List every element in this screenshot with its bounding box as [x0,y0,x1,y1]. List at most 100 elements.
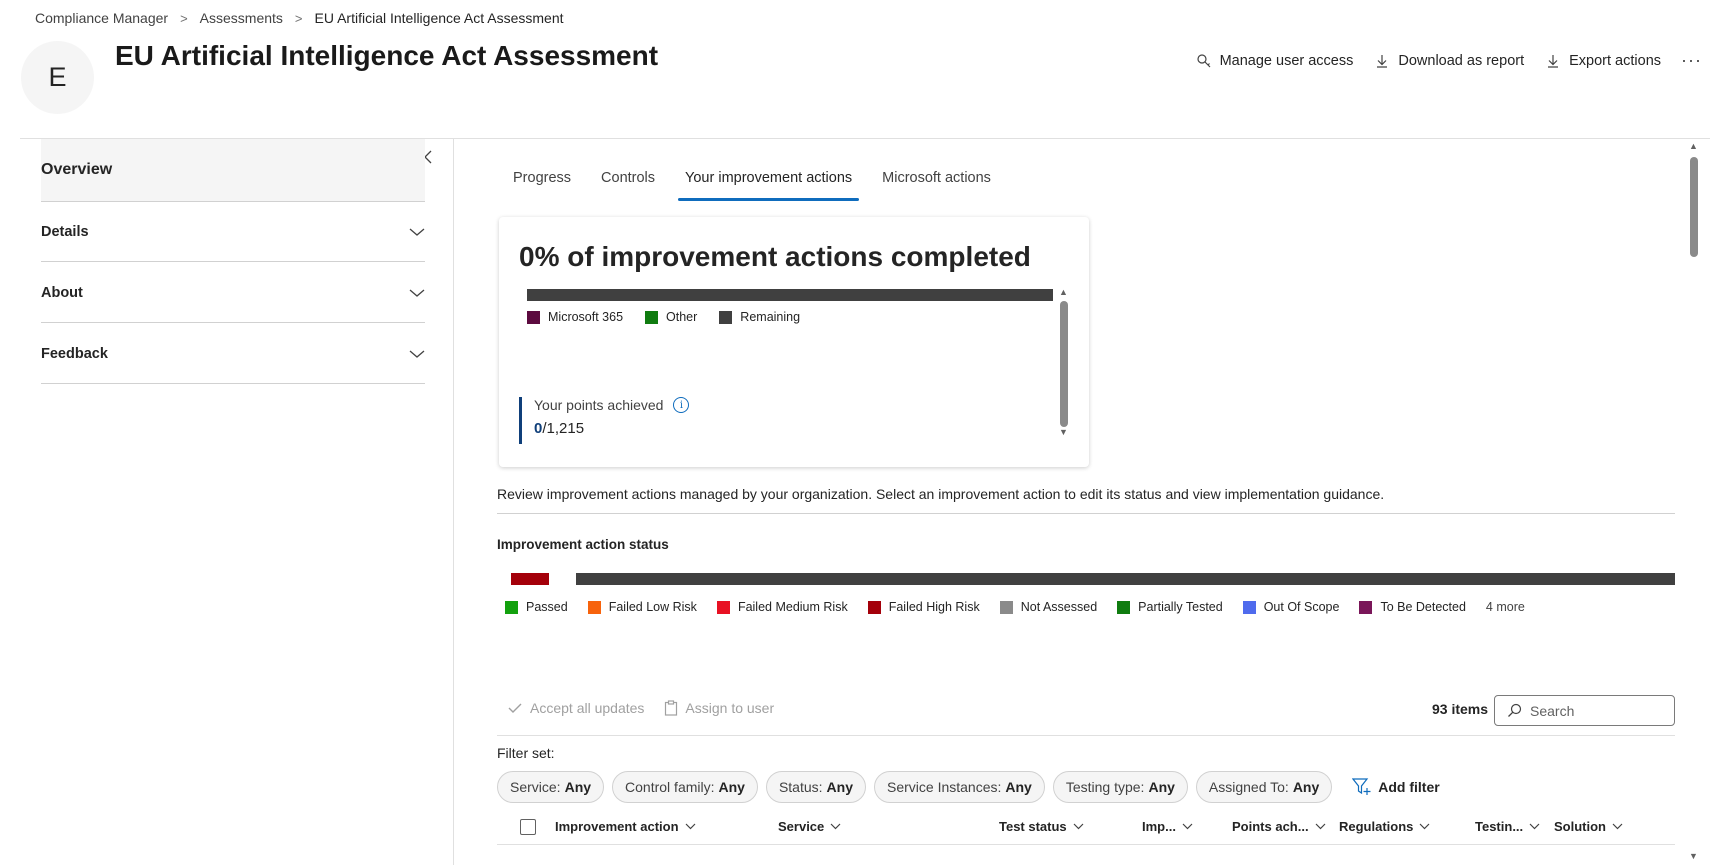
legend-more-link[interactable]: 4 more [1486,600,1525,614]
breadcrumb-separator: > [294,10,303,26]
sidebar-item-overview[interactable]: Overview [41,139,425,202]
download-icon [1373,52,1391,70]
filter-name: Control family: [625,779,715,795]
accept-all-updates-label: Accept all updates [530,700,645,716]
breadcrumb-item-assessments[interactable]: Assessments [200,10,283,26]
card-scrollbar[interactable]: ▲ ▼ [1059,287,1069,437]
legend-swatch [1359,600,1373,614]
assign-to-user-button[interactable]: Assign to user [664,700,774,716]
legend-swatch [999,600,1013,614]
tab-microsoft-actions[interactable]: Microsoft actions [867,139,1006,201]
legend-item-remaining: Remaining [719,310,800,324]
points-total-value: /1,215 [542,420,585,437]
filter-pill-service-instances[interactable]: Service Instances: Any [874,771,1045,803]
section-description: Review improvement actions managed by yo… [497,486,1385,502]
export-actions-button[interactable]: Export actions [1544,52,1661,70]
search-icon [1508,703,1522,717]
legend-item-not-assessed: Not Assessed [999,600,1098,614]
assign-to-user-label: Assign to user [685,700,775,716]
search-input[interactable]: Search [1494,695,1675,726]
chevron-down-icon [409,350,425,358]
left-panel: Overview Details About Feedback [20,139,454,865]
column-header-label: Service [778,819,825,834]
clipboard-icon [665,700,678,716]
scrollbar-thumb[interactable] [1690,157,1698,257]
legend-swatch [1242,600,1256,614]
filter-pill-testing-type[interactable]: Testing type: Any [1052,771,1188,803]
legend-label: Failed High Risk [888,600,980,614]
filter-pill-control-family[interactable]: Control family: Any [612,771,758,803]
points-label-row: Your points achieved i [534,397,690,413]
select-all-checkbox[interactable] [520,819,536,835]
legend-label: Partially Tested [1138,600,1223,614]
main-scrollbar[interactable]: ▲ ▼ [1687,139,1701,865]
column-header-solution[interactable]: Solution [1554,819,1623,834]
table-header-row: Improvement action Service Test status I… [497,809,1675,845]
card-title: 0% of improvement actions completed [519,241,1031,272]
filter-pills: Service: Any Control family: Any Status: An… [497,771,1440,803]
more-options-icon[interactable]: ··· [1681,50,1702,71]
info-icon[interactable]: i [673,397,690,413]
filter-pill-service[interactable]: Service: Any [497,771,605,803]
sidebar-item-details[interactable]: Details [41,202,425,262]
filter-value: Any [826,779,853,795]
points-value: 0/1,215 [534,420,689,437]
card-legend: Microsoft 365 Other Remaining [527,310,800,324]
filter-pill-assigned-to[interactable]: Assigned To: Any [1195,771,1333,803]
legend-item-to-be-detected: To Be Detected [1359,600,1466,614]
header-actions: Manage user access Download as report Ex… [1195,50,1702,71]
scroll-up-arrow-icon[interactable]: ▲ [1689,141,1698,151]
divider [497,735,1675,736]
download-report-label: Download as report [1398,52,1525,69]
add-filter-label: Add filter [1378,779,1440,795]
legend-swatch [505,600,518,614]
scroll-down-arrow-icon[interactable]: ▼ [1059,427,1068,437]
legend-label: Passed [526,600,568,614]
column-header-label: Solution [1554,819,1606,834]
legend-item-passed: Passed [505,600,568,614]
filter-name: Service Instances: [887,779,1002,795]
accept-all-updates-button[interactable]: Accept all updates [507,700,644,716]
legend-swatch [1117,600,1131,614]
filter-name: Testing type: [1065,779,1145,795]
column-header-improvement-action[interactable]: Improvement action [555,819,696,834]
scroll-down-arrow-icon[interactable]: ▼ [1689,851,1698,861]
manage-user-access-button[interactable]: Manage user access [1195,52,1354,70]
tab-controls[interactable]: Controls [586,139,670,201]
legend-item-other: Other [645,310,697,324]
points-label: Your points achieved [534,397,664,413]
legend-item-partially-tested: Partially Tested [1117,600,1223,614]
check-icon [508,703,522,713]
scroll-up-arrow-icon[interactable]: ▲ [1059,287,1068,297]
completion-progress-bar [527,289,1053,301]
improvement-summary-card: 0% of improvement actions completed Micr… [499,217,1089,467]
export-icon [1544,52,1562,70]
column-header-testing[interactable]: Testin... [1475,819,1540,834]
divider [497,513,1675,514]
breadcrumb-item-compliance-manager[interactable]: Compliance Manager [35,10,168,26]
sidebar-item-label: About [41,284,83,301]
column-header-service[interactable]: Service [778,819,841,834]
scrollbar-thumb[interactable] [1060,301,1068,427]
avatar: E [21,41,94,114]
tab-progress[interactable]: Progress [505,139,586,201]
breadcrumb-separator: > [180,10,188,26]
filter-set-label: Filter set: [497,745,555,761]
add-filter-button[interactable]: Add filter [1352,778,1440,796]
tab-your-improvement-actions[interactable]: Your improvement actions [670,139,867,201]
sidebar-item-about[interactable]: About [41,263,425,323]
column-header-points-achieved[interactable]: Points ach... [1232,819,1326,834]
legend-swatch [719,310,733,324]
download-report-button[interactable]: Download as report [1373,52,1524,70]
filter-pill-status[interactable]: Status: Any [765,771,866,803]
legend-label: Not Assessed [1020,600,1098,614]
filter-value: Any [1005,779,1032,795]
manage-user-access-label: Manage user access [1219,52,1354,69]
column-header-regulations[interactable]: Regulations [1339,819,1430,834]
column-header-impact[interactable]: Imp... [1142,819,1193,834]
column-header-test-status[interactable]: Test status [999,819,1084,834]
sidebar-item-label: Feedback [41,345,108,362]
sidebar-item-feedback[interactable]: Feedback [41,324,425,384]
chevron-down-icon [1612,823,1623,830]
search-placeholder: Search [1530,702,1575,719]
